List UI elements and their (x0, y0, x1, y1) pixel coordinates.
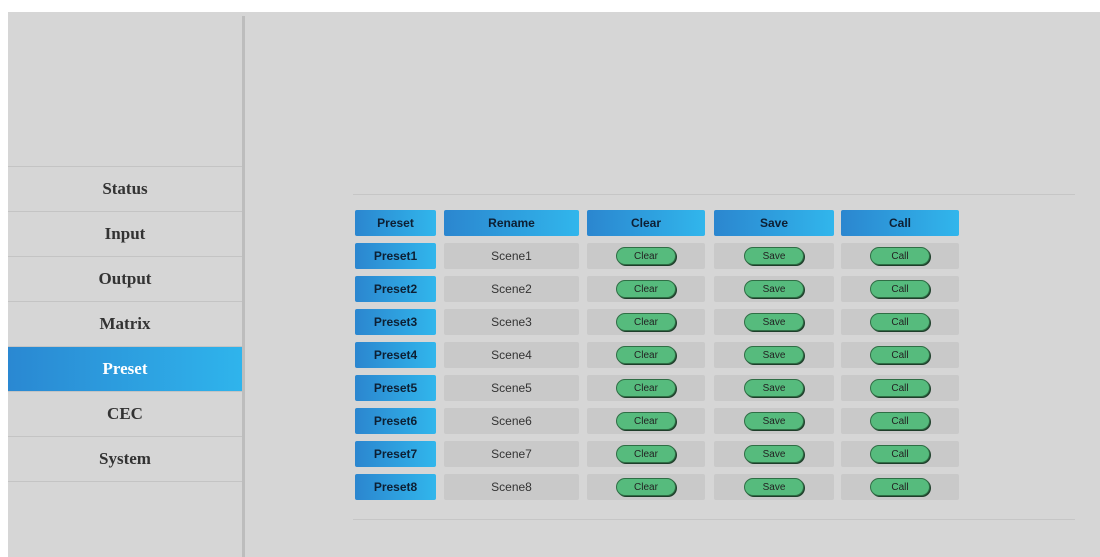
save-cell: Save (714, 375, 834, 401)
save-cell: Save (714, 309, 834, 335)
clear-cell: Clear (587, 474, 705, 500)
sidebar-item-status[interactable]: Status (8, 167, 242, 212)
sidebar-item-output[interactable]: Output (8, 257, 242, 302)
preset-4-button[interactable]: Preset4 (355, 342, 436, 368)
save-preset-1-button[interactable]: Save (744, 247, 804, 265)
preset-5-name[interactable]: Scene5 (444, 375, 579, 401)
save-cell: Save (714, 441, 834, 467)
preset-1-button[interactable]: Preset1 (355, 243, 436, 269)
clear-preset-4-button[interactable]: Clear (616, 346, 676, 364)
clear-cell: Clear (587, 342, 705, 368)
preset-3-name[interactable]: Scene3 (444, 309, 579, 335)
clear-cell: Clear (587, 309, 705, 335)
save-preset-2-button[interactable]: Save (744, 280, 804, 298)
call-preset-8-button[interactable]: Call (870, 478, 930, 496)
save-preset-6-button[interactable]: Save (744, 412, 804, 430)
save-preset-3-button[interactable]: Save (744, 313, 804, 331)
sidebar-item-input[interactable]: Input (8, 212, 242, 257)
preset-5-button[interactable]: Preset5 (355, 375, 436, 401)
call-preset-2-button[interactable]: Call (870, 280, 930, 298)
preset-4-name[interactable]: Scene4 (444, 342, 579, 368)
column-header-save: Save (714, 210, 834, 236)
preset-8-button[interactable]: Preset8 (355, 474, 436, 500)
clear-cell: Clear (587, 243, 705, 269)
clear-cell: Clear (587, 276, 705, 302)
clear-preset-2-button[interactable]: Clear (616, 280, 676, 298)
save-cell: Save (714, 474, 834, 500)
call-preset-3-button[interactable]: Call (870, 313, 930, 331)
clear-preset-3-button[interactable]: Clear (616, 313, 676, 331)
save-preset-4-button[interactable]: Save (744, 346, 804, 364)
preset-6-button[interactable]: Preset6 (355, 408, 436, 434)
preset-1-name[interactable]: Scene1 (444, 243, 579, 269)
clear-preset-8-button[interactable]: Clear (616, 478, 676, 496)
top-divider (353, 194, 1075, 195)
clear-preset-7-button[interactable]: Clear (616, 445, 676, 463)
save-preset-5-button[interactable]: Save (744, 379, 804, 397)
call-preset-6-button[interactable]: Call (870, 412, 930, 430)
clear-preset-6-button[interactable]: Clear (616, 412, 676, 430)
preset-8-name[interactable]: Scene8 (444, 474, 579, 500)
clear-preset-1-button[interactable]: Clear (616, 247, 676, 265)
call-preset-5-button[interactable]: Call (870, 379, 930, 397)
clear-preset-5-button[interactable]: Clear (616, 379, 676, 397)
save-preset-7-button[interactable]: Save (744, 445, 804, 463)
app-window: Status Input Output Matrix Preset CEC Sy… (8, 12, 1100, 557)
call-preset-7-button[interactable]: Call (870, 445, 930, 463)
call-cell: Call (841, 243, 959, 269)
call-preset-1-button[interactable]: Call (870, 247, 930, 265)
clear-cell: Clear (587, 408, 705, 434)
sidebar-item-cec[interactable]: CEC (8, 392, 242, 437)
call-cell: Call (841, 441, 959, 467)
call-cell: Call (841, 408, 959, 434)
call-cell: Call (841, 474, 959, 500)
sidebar-item-system[interactable]: System (8, 437, 242, 482)
column-header-call: Call (841, 210, 959, 236)
column-header-preset: Preset (355, 210, 436, 236)
save-preset-8-button[interactable]: Save (744, 478, 804, 496)
save-cell: Save (714, 408, 834, 434)
preset-3-button[interactable]: Preset3 (355, 309, 436, 335)
bottom-divider (353, 519, 1075, 520)
sidebar-item-preset[interactable]: Preset (8, 347, 242, 392)
preset-2-button[interactable]: Preset2 (355, 276, 436, 302)
clear-cell: Clear (587, 375, 705, 401)
call-cell: Call (841, 309, 959, 335)
preset-2-name[interactable]: Scene2 (444, 276, 579, 302)
column-header-rename: Rename (444, 210, 579, 236)
save-cell: Save (714, 342, 834, 368)
preset-6-name[interactable]: Scene6 (444, 408, 579, 434)
save-cell: Save (714, 243, 834, 269)
save-cell: Save (714, 276, 834, 302)
call-cell: Call (841, 276, 959, 302)
sidebar-divider (242, 16, 245, 557)
sidebar-item-matrix[interactable]: Matrix (8, 302, 242, 347)
clear-cell: Clear (587, 441, 705, 467)
call-cell: Call (841, 375, 959, 401)
sidebar-nav: Status Input Output Matrix Preset CEC Sy… (8, 166, 242, 482)
sidebar: Status Input Output Matrix Preset CEC Sy… (8, 12, 242, 557)
preset-7-button[interactable]: Preset7 (355, 441, 436, 467)
call-preset-4-button[interactable]: Call (870, 346, 930, 364)
call-cell: Call (841, 342, 959, 368)
preset-7-name[interactable]: Scene7 (444, 441, 579, 467)
column-header-clear: Clear (587, 210, 705, 236)
